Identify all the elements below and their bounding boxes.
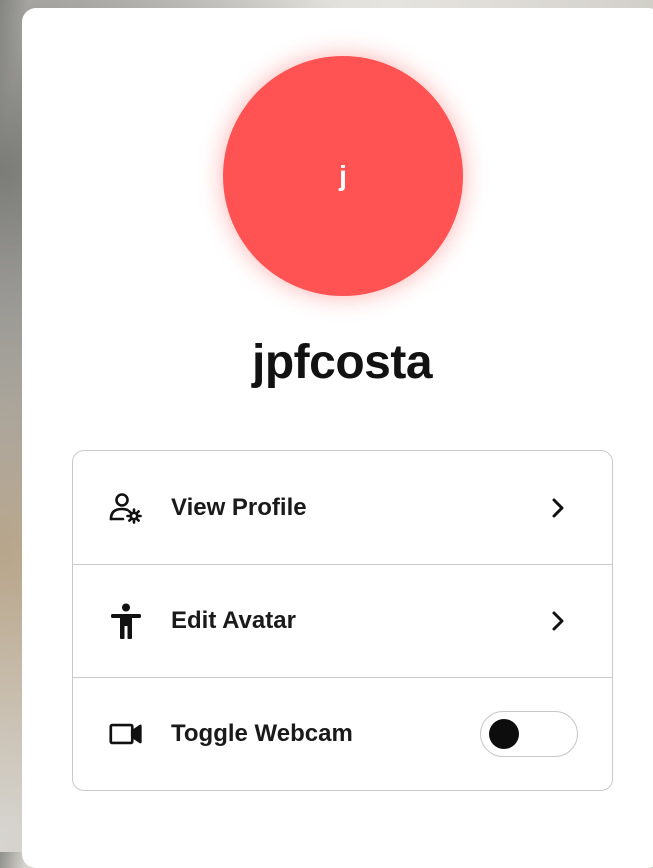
edit-avatar-label: Edit Avatar [171, 607, 296, 634]
avatar-initial: j [339, 160, 347, 191]
view-profile-button[interactable]: View Profile [73, 451, 612, 564]
view-profile-label: View Profile [171, 493, 307, 521]
avatar: j [223, 56, 463, 296]
user-settings-icon [109, 491, 143, 525]
username: jpfcosta [251, 336, 433, 389]
toggle-knob [489, 719, 519, 749]
edit-avatar-button[interactable]: Edit Avatar [73, 564, 612, 677]
chevron-right-icon [548, 609, 568, 633]
profile-card: j jpfcosta View Profile Edit Avatar Togg… [22, 8, 653, 868]
webcam-toggle-switch[interactable] [480, 711, 578, 757]
profile-menu: View Profile Edit Avatar Toggle Webcam [72, 450, 613, 791]
video-camera-icon [109, 717, 143, 751]
chevron-right-icon [548, 496, 568, 520]
toggle-webcam-label: Toggle Webcam [171, 720, 353, 747]
person-standing-icon [109, 603, 143, 639]
toggle-webcam-row[interactable]: Toggle Webcam [73, 677, 612, 790]
